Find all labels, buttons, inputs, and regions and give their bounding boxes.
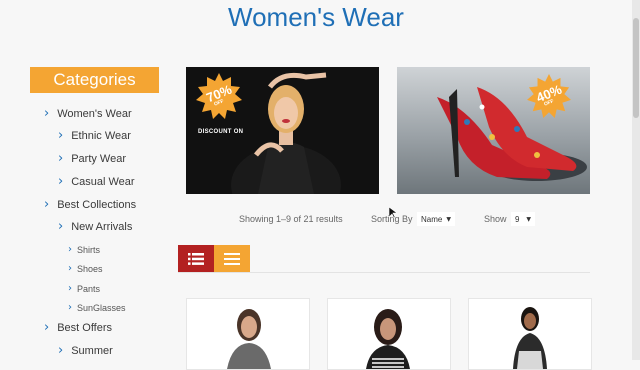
sidebar-item-shoes[interactable]: › Shoes — [68, 263, 103, 274]
sidebar-item-label: Women's Wear — [57, 107, 132, 120]
sidebar-item-womens-wear[interactable]: › Women's Wear — [44, 106, 132, 121]
sidebar-item-label: Summer — [71, 344, 113, 357]
menu-lines-icon — [224, 252, 240, 265]
page-title: Women's Wear — [228, 2, 404, 32]
discount-badge: 40% OFF — [527, 74, 571, 118]
triangle-down-icon: ▼ — [446, 215, 451, 223]
sidebar-item-casual-wear[interactable]: › Casual Wear — [58, 174, 135, 189]
divider — [178, 272, 590, 273]
sidebar-item-summer[interactable]: › Summer — [58, 343, 113, 358]
product-card[interactable] — [468, 298, 592, 370]
chevron-right-icon: › — [58, 343, 64, 358]
sidebar-item-label: Pants — [77, 283, 101, 294]
banner-caption: DISCOUNT ON — [198, 129, 244, 135]
sidebar-item-best-collections[interactable]: › Best Collections — [44, 197, 136, 212]
sidebar-item-sunglasses[interactable]: › SunGlasses — [68, 302, 126, 313]
list-icon — [188, 252, 204, 265]
show-select[interactable]: 9 ▼ — [511, 212, 535, 226]
discount-badge: 70% OFF — [196, 73, 242, 119]
sidebar-item-label: Best Collections — [57, 198, 137, 211]
chevron-right-icon: › — [58, 128, 64, 143]
promo-banner-40[interactable]: 40% OFF — [397, 67, 590, 194]
sidebar-item-party-wear[interactable]: › Party Wear — [58, 151, 126, 166]
chevron-right-icon: › — [58, 219, 64, 234]
product-card[interactable] — [327, 298, 451, 370]
grid-view-button[interactable] — [214, 245, 250, 272]
chevron-right-icon: › — [44, 320, 50, 335]
sidebar-item-label: Best Offers — [57, 321, 113, 334]
results-count: Showing 1–9 of 21 results — [239, 214, 343, 224]
product-image — [366, 309, 410, 369]
categories-header: Categories — [30, 67, 159, 93]
promo-banner-70[interactable]: 70% OFF DISCOUNT ON — [186, 67, 379, 194]
chevron-right-icon: › — [58, 174, 64, 189]
sidebar-item-pants[interactable]: › Pants — [68, 283, 100, 294]
sidebar-item-ethnic-wear[interactable]: › Ethnic Wear — [58, 128, 131, 143]
sidebar-item-shirts[interactable]: › Shirts — [68, 244, 100, 255]
product-image — [227, 309, 271, 369]
sidebar-item-best-offers[interactable]: › Best Offers — [44, 320, 112, 335]
sidebar-item-label: Ethnic Wear — [71, 129, 131, 142]
show-label: Show — [484, 214, 507, 224]
list-view-button[interactable] — [178, 245, 214, 272]
chevron-right-icon: › — [68, 244, 72, 255]
chevron-right-icon: › — [58, 151, 64, 166]
chevron-right-icon: › — [68, 302, 72, 313]
chevron-right-icon: › — [68, 283, 72, 294]
scrollbar-thumb[interactable] — [633, 18, 639, 118]
sidebar-item-new-arrivals[interactable]: › New Arrivals — [58, 219, 132, 234]
sidebar-item-label: New Arrivals — [71, 220, 133, 233]
product-card[interactable] — [186, 298, 310, 370]
sidebar-item-label: Casual Wear — [71, 175, 135, 188]
mouse-cursor-icon — [389, 207, 397, 219]
sidebar-item-label: Party Wear — [71, 152, 127, 165]
sidebar-item-label: Shoes — [77, 263, 103, 274]
sidebar-item-label: Shirts — [77, 244, 101, 255]
sort-select[interactable]: Name ▼ — [417, 212, 455, 226]
chevron-right-icon: › — [44, 106, 50, 121]
chevron-right-icon: › — [68, 263, 72, 274]
sidebar-item-label: SunGlasses — [77, 302, 126, 313]
triangle-down-icon: ▼ — [526, 215, 531, 223]
chevron-right-icon: › — [44, 197, 50, 212]
product-image — [513, 307, 547, 369]
scrollbar[interactable] — [632, 0, 640, 360]
